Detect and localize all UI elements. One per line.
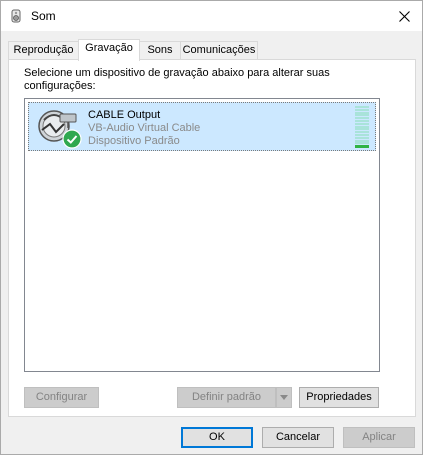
cancel-button-label: Cancelar	[275, 431, 321, 443]
title-bar[interactable]: Som	[1, 1, 422, 31]
level-meter-segment	[355, 111, 369, 114]
properties-button-label: Propriedades	[306, 391, 372, 403]
speaker-app-icon	[11, 9, 21, 23]
window-title: Som	[31, 9, 56, 23]
set-default-dropdown[interactable]	[276, 387, 292, 408]
level-meter-segment	[355, 117, 369, 120]
tab-sons[interactable]: Sons	[139, 41, 181, 60]
level-meter-segment	[355, 134, 369, 136]
ok-button-label: OK	[209, 431, 225, 443]
apply-button[interactable]: Aplicar	[343, 427, 415, 448]
apply-button-label: Aplicar	[362, 431, 396, 443]
level-meter-segment	[355, 108, 369, 111]
tab-gravacao[interactable]: Gravação	[78, 39, 140, 61]
level-meter	[355, 106, 369, 149]
close-icon	[398, 10, 410, 22]
check-icon	[62, 129, 82, 149]
device-list[interactable]: CABLE Output VB-Audio Virtual Cable Disp…	[24, 98, 380, 372]
level-meter-segment	[355, 125, 369, 128]
level-meter-segment	[355, 145, 369, 149]
close-button[interactable]	[386, 1, 422, 31]
device-status: Dispositivo Padrão	[88, 135, 180, 147]
recording-panel: Selecione um dispositivo de gravação aba…	[8, 59, 416, 417]
level-meter-segment	[355, 142, 369, 145]
tab-comunicacoes[interactable]: Comunicações	[180, 41, 258, 60]
device-driver: VB-Audio Virtual Cable	[88, 122, 201, 134]
level-meter-segment	[355, 122, 369, 125]
level-meter-segment	[355, 114, 369, 117]
configure-button-label: Configurar	[35, 391, 88, 403]
cancel-button[interactable]: Cancelar	[262, 427, 334, 448]
level-meter-segment	[355, 136, 369, 139]
level-meter-segment	[355, 120, 369, 122]
chevron-down-icon	[280, 395, 288, 400]
level-meter-segment	[355, 139, 369, 142]
device-item-cable-output[interactable]: CABLE Output VB-Audio Virtual Cable Disp…	[28, 102, 376, 151]
properties-button[interactable]: Propriedades	[299, 387, 379, 408]
set-default-button-label: Definir padrão	[191, 391, 262, 403]
configure-button[interactable]: Configurar	[24, 387, 99, 408]
ok-button[interactable]: OK	[181, 427, 253, 448]
tab-reproducao[interactable]: Reprodução	[8, 41, 79, 60]
set-default-button[interactable]: Definir padrão	[177, 387, 276, 408]
instruction-text: Selecione um dispositivo de gravação aba…	[24, 67, 330, 92]
level-meter-segment	[355, 106, 369, 108]
level-meter-segment	[355, 128, 369, 131]
level-meter-segment	[355, 131, 369, 134]
sound-dialog: Som Reprodução Gravação Sons Comunicaçõe…	[0, 0, 423, 455]
device-name: CABLE Output	[88, 109, 161, 121]
